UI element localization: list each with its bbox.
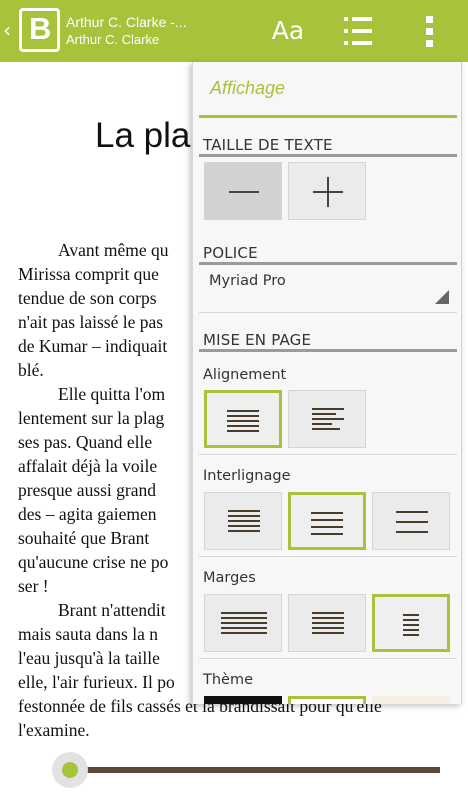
layout-label: MISE EN PAGE	[203, 331, 312, 349]
line-spacing-divider	[199, 556, 457, 557]
align-justify-button[interactable]	[204, 390, 282, 448]
margins-small-button[interactable]	[204, 594, 282, 652]
line-spacing-wide-icon	[373, 493, 449, 549]
margins-divider	[199, 658, 457, 659]
font-select[interactable]: Myriad Pro	[203, 270, 453, 308]
minus-icon	[205, 163, 281, 219]
text-line: l'examine.	[18, 720, 90, 740]
table-of-contents-button[interactable]	[340, 14, 376, 48]
layout-divider	[199, 349, 457, 352]
reading-progress-knob[interactable]	[62, 762, 78, 778]
back-chevron-icon[interactable]: ‹	[3, 18, 11, 42]
align-justify-icon	[207, 393, 279, 445]
book-author: Arthur C. Clarke	[66, 32, 160, 47]
alignment-divider	[199, 454, 457, 455]
align-left-button[interactable]	[288, 390, 366, 448]
font-divider	[199, 262, 457, 265]
line-spacing-wide-button[interactable]	[372, 492, 450, 550]
panel-title: Affichage	[210, 78, 286, 98]
more-options-button[interactable]	[420, 16, 440, 48]
panel-header-divider	[199, 115, 457, 118]
theme-light-swatch[interactable]	[288, 696, 366, 704]
book-title: Arthur C. Clarke -...	[66, 14, 187, 30]
alignment-label: Alignement	[203, 367, 287, 383]
text-size-label: TAILLE DE TEXTE	[203, 136, 333, 154]
text-size-divider	[199, 154, 457, 157]
line-spacing-compact-button[interactable]	[204, 492, 282, 550]
increase-text-size-button[interactable]	[288, 162, 366, 220]
margins-small-icon	[205, 595, 281, 651]
font-select-value: Myriad Pro	[209, 273, 286, 289]
margins-large-button[interactable]	[372, 594, 450, 652]
app-logo-letter: B	[29, 11, 52, 46]
font-label: POLICE	[203, 244, 258, 262]
margins-label: Marges	[203, 570, 256, 586]
decrease-text-size-button[interactable]	[204, 162, 282, 220]
panel-header: Affichage	[193, 62, 461, 118]
dropdown-corner-icon	[435, 290, 449, 304]
plus-icon	[289, 163, 365, 219]
margins-medium-icon	[289, 595, 365, 651]
margins-large-icon	[375, 597, 447, 649]
theme-sepia-swatch[interactable]	[372, 696, 450, 704]
chapter-title: La pla	[95, 116, 191, 155]
line-spacing-normal-icon	[291, 495, 363, 547]
font-bottom-divider	[199, 312, 457, 313]
line-spacing-label: Interlignage	[203, 468, 291, 484]
display-settings-button[interactable]: Aa	[268, 14, 308, 48]
app-logo[interactable]: B	[19, 8, 60, 52]
display-settings-panel: Affichage TAILLE DE TEXTE POLICE Myriad …	[192, 62, 462, 704]
theme-dark-swatch[interactable]	[204, 696, 282, 704]
top-app-bar: ‹ B Arthur C. Clarke -... Arthur C. Clar…	[0, 0, 468, 62]
book-info: Arthur C. Clarke -... Arthur C. Clarke	[66, 14, 216, 48]
reading-progress-track[interactable]	[70, 767, 440, 773]
align-left-icon	[289, 391, 365, 447]
theme-label: Thème	[203, 672, 254, 688]
line-spacing-compact-icon	[205, 493, 281, 549]
margins-medium-button[interactable]	[288, 594, 366, 652]
line-spacing-normal-button[interactable]	[288, 492, 366, 550]
